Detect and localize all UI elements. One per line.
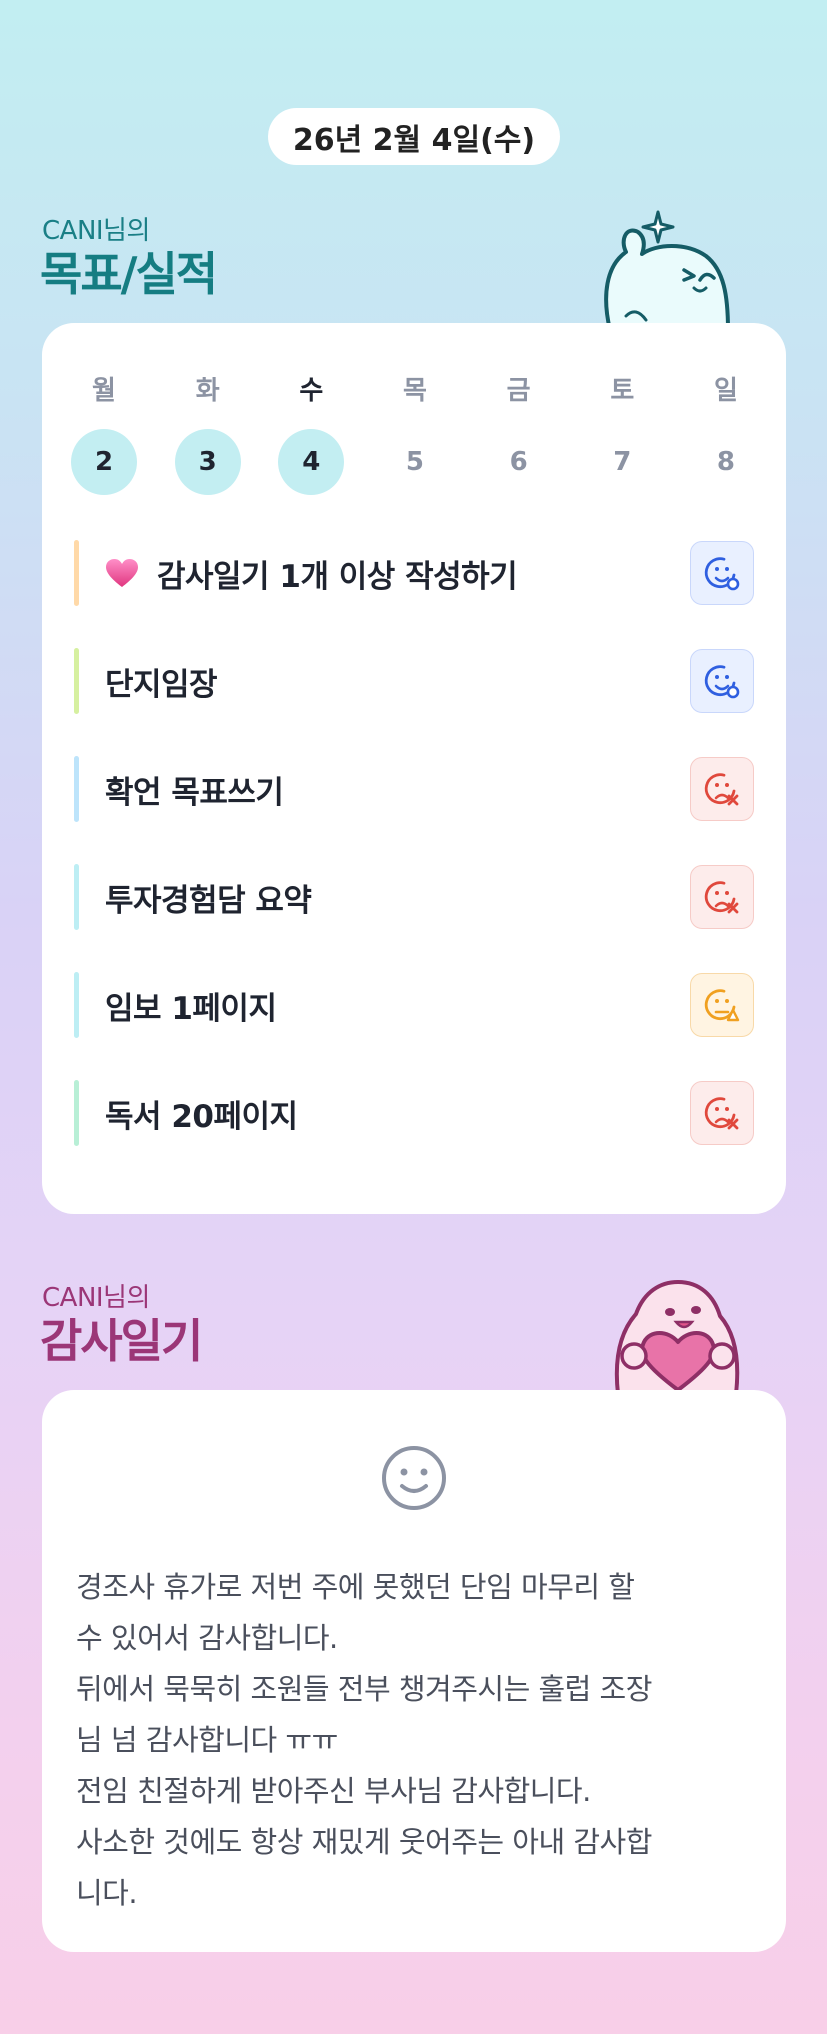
gratitude-line: 님 넘 감사합니다 ㅠㅠ [76,1723,338,1757]
gratitude-line: 사소한 것에도 항상 재밌게 웃어주는 아내 감사합 [76,1825,652,1859]
goal-row[interactable]: 독서 20페이지 [74,1079,754,1147]
goal-row[interactable]: 투자경험담 요약 [74,863,754,931]
day-number[interactable]: 6 [486,429,552,495]
goal-status-bad-icon[interactable] [690,757,754,821]
day-name: 금 [506,376,531,406]
day-column[interactable]: 일8 [692,373,760,495]
goal-row[interactable]: 확언 목표쓰기 [74,755,754,823]
goal-color-bar [74,756,79,822]
goal-color-bar [74,864,79,930]
day-name: 토 [610,376,635,406]
gratitude-line: 니다. [76,1876,138,1910]
goal-status-bad-icon[interactable] [690,1081,754,1145]
gratitude-section-title: 감사일기 [40,1314,203,1368]
goal-status-good-icon[interactable] [690,649,754,713]
goal-label: 투자경험담 요약 [105,875,690,920]
day-column[interactable]: 월2 [70,373,138,495]
goals-card: 월2화3수4목5금6토7일8 감사일기 1개 이상 작성하기 단지임장 확언 목표쓰… [42,323,786,1214]
goals-section-title: 목표/실적 [40,247,218,301]
goal-row[interactable]: 감사일기 1개 이상 작성하기 [74,539,754,607]
goal-status-bad-icon[interactable] [690,865,754,929]
goal-status-good-icon[interactable] [690,541,754,605]
day-number[interactable]: 8 [693,429,759,495]
day-column[interactable]: 목5 [381,373,449,495]
goal-label: 단지임장 [105,659,690,704]
day-number[interactable]: 2 [71,429,137,495]
goal-label: 확언 목표쓰기 [105,767,690,812]
gratitude-line: 전임 친절하게 받아주신 부사님 감사합니다. [76,1774,591,1808]
gratitude-line: 수 있어서 감사합니다. [76,1621,338,1655]
goal-color-bar [74,1080,79,1146]
week-calendar: 월2화3수4목5금6토7일8 [70,373,760,495]
day-column[interactable]: 토7 [588,373,656,495]
day-name: 월 [92,376,116,406]
gratitude-line: 뒤에서 묵묵히 조원들 전부 챙겨주시는 훌럽 조장 [76,1672,652,1706]
goal-row[interactable]: 단지임장 [74,647,754,715]
gratitude-line: 경조사 휴가로 저번 주에 못했던 단임 마무리 할 [76,1570,635,1604]
day-name: 화 [195,376,220,406]
gratitude-text: 경조사 휴가로 저번 주에 못했던 단임 마무리 할수 있어서 감사합니다. 뒤에… [76,1562,756,1919]
heart-icon [106,559,138,587]
day-number[interactable]: 4 [278,429,345,495]
day-number[interactable]: 3 [174,429,241,495]
goal-label: 임보 1페이지 [105,983,690,1028]
day-name: 목 [403,376,427,406]
date-pill[interactable]: 26년 2월 4일(수) [268,108,560,165]
heart-mascot-illustration [614,1280,740,1394]
goal-color-bar [74,540,79,606]
goal-label: 독서 20페이지 [105,1091,690,1136]
day-number[interactable]: 7 [589,429,655,495]
goal-status-warn-icon[interactable] [690,973,754,1037]
gratitude-card: 경조사 휴가로 저번 주에 못했던 단임 마무리 할수 있어서 감사합니다. 뒤에… [42,1390,786,1952]
goal-label-text: 독서 20페이지 [105,1098,298,1135]
goal-color-bar [74,972,79,1038]
waving-mascot-illustration [604,210,730,330]
day-column[interactable]: 수4 [277,373,345,495]
goal-label-text: 투자경험담 요약 [105,882,312,919]
smile-face-icon [382,1446,446,1510]
day-number[interactable]: 5 [382,429,448,495]
goal-label-text: 단지임장 [105,666,218,703]
goal-label: 감사일기 1개 이상 작성하기 [105,551,690,596]
day-name: 일 [713,376,738,406]
day-column[interactable]: 화3 [174,373,242,495]
goal-label-text: 감사일기 1개 이상 작성하기 [157,558,518,595]
goal-label-text: 확언 목표쓰기 [105,774,284,811]
goal-row[interactable]: 임보 1페이지 [74,971,754,1039]
day-name: 수 [299,376,324,406]
day-column[interactable]: 금6 [485,373,553,495]
goal-color-bar [74,648,79,714]
goal-label-text: 임보 1페이지 [105,990,277,1027]
